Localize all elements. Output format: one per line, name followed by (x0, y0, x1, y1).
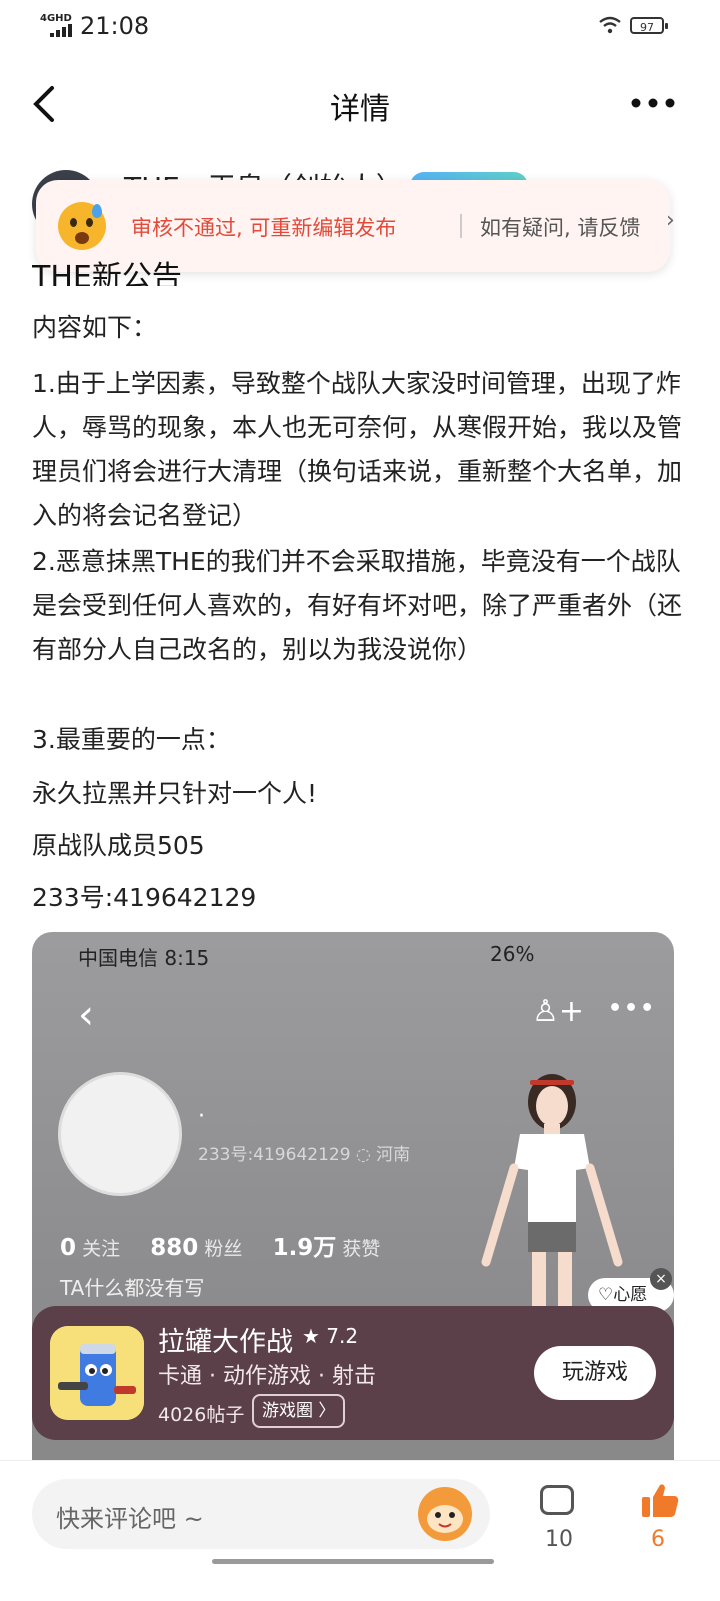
post-title: THE新公告 (32, 260, 182, 286)
shot-carrier-time: 中国电信 8:15 (78, 946, 210, 970)
clock: 21:08 (80, 12, 150, 40)
mascot-icon[interactable] (418, 1487, 472, 1541)
shot-avatar (58, 1072, 182, 1196)
home-indicator[interactable] (212, 1559, 494, 1564)
fans-count: 880 (150, 1235, 199, 1261)
page-title: 详情 (330, 92, 390, 127)
comment-input[interactable]: 快来评论吧 ~ (32, 1479, 490, 1549)
review-failed-text: 审核不通过, 可重新编辑发布 (131, 216, 397, 240)
play-game-button[interactable]: 玩游戏 (534, 1346, 656, 1400)
game-circle-link[interactable]: 游戏圈 〉 (252, 1394, 346, 1428)
like-count: 6 (651, 1527, 665, 1552)
chevron-right-icon: › (666, 208, 675, 233)
shot-bio: TA什么都没有写 (60, 1276, 205, 1300)
shot-battery: 26% (490, 942, 535, 966)
shot-add-friend-icon: ♙+ (532, 994, 585, 1029)
game-post-count: 4026帖子 (158, 1404, 245, 1426)
comment-placeholder: 快来评论吧 ~ (56, 1505, 204, 1533)
shot-back-icon: ‹ (78, 992, 94, 1038)
post-paragraph: 1.由于上学因素，导致整个战队大家没时间管理，出现了炸人，辱骂的现象，本人也无可… (32, 369, 683, 530)
game-name[interactable]: 拉罐大作战 (158, 1320, 293, 1359)
signal-icon (50, 24, 72, 37)
follow-label: 关注 (82, 1238, 121, 1260)
follow-count: 0 (60, 1235, 77, 1261)
close-icon: × (650, 1268, 672, 1290)
likes-count: 1.9万 (272, 1235, 337, 1261)
game-icon[interactable] (50, 1326, 144, 1420)
wifi-icon (599, 16, 621, 34)
fans-label: 粉丝 (204, 1238, 243, 1260)
comment-icon[interactable] (540, 1485, 574, 1515)
status-bar: 4GHD 21:08 97 (0, 0, 720, 56)
post-paragraph: 永久拉黑并只针对一个人! (32, 779, 318, 808)
game-card[interactable]: 拉罐大作战 ★ 7.2 卡通 · 动作游戏 · 射击 4026帖子 游戏圈 〉 … (32, 1306, 674, 1440)
post-paragraph: 233号:419642129 (32, 883, 257, 912)
thumbs-up-icon[interactable] (640, 1481, 680, 1521)
battery-indicator: 97 (630, 17, 668, 34)
shot-id-location: 233号:419642129 ◌ 河南 (198, 1145, 411, 1165)
comment-count: 10 (545, 1527, 573, 1552)
bottom-bar: 快来评论吧 ~ 10 6 (0, 1460, 720, 1601)
shot-nickname: · (198, 1104, 205, 1129)
shot-more-icon: ••• (608, 996, 657, 1021)
worried-face-icon (58, 202, 106, 250)
post-paragraph: 内容如下： (32, 313, 158, 342)
game-rating: ★ 7.2 (302, 1324, 359, 1348)
likes-label: 获赞 (342, 1238, 381, 1260)
top-nav: 详情 (0, 60, 720, 144)
post-paragraph: 3.最重要的一点： (32, 725, 231, 754)
post-paragraph: 原战队成员505 (32, 831, 205, 860)
shot-stats: 0 关注 880 粉丝 1.9万 获赞 (60, 1228, 380, 1262)
post-paragraph: 2.恶意抹黑THE的我们并不会采取措施，毕竟没有一个战队是会受到任何人喜欢的，有… (32, 547, 683, 664)
game-tags: 卡通 · 动作游戏 · 射击 (158, 1364, 376, 1389)
divider (460, 214, 462, 238)
feedback-link[interactable]: 如有疑问, 请反馈 (480, 212, 640, 242)
more-icon[interactable] (630, 86, 676, 116)
network-type: 4GHD (40, 13, 72, 24)
